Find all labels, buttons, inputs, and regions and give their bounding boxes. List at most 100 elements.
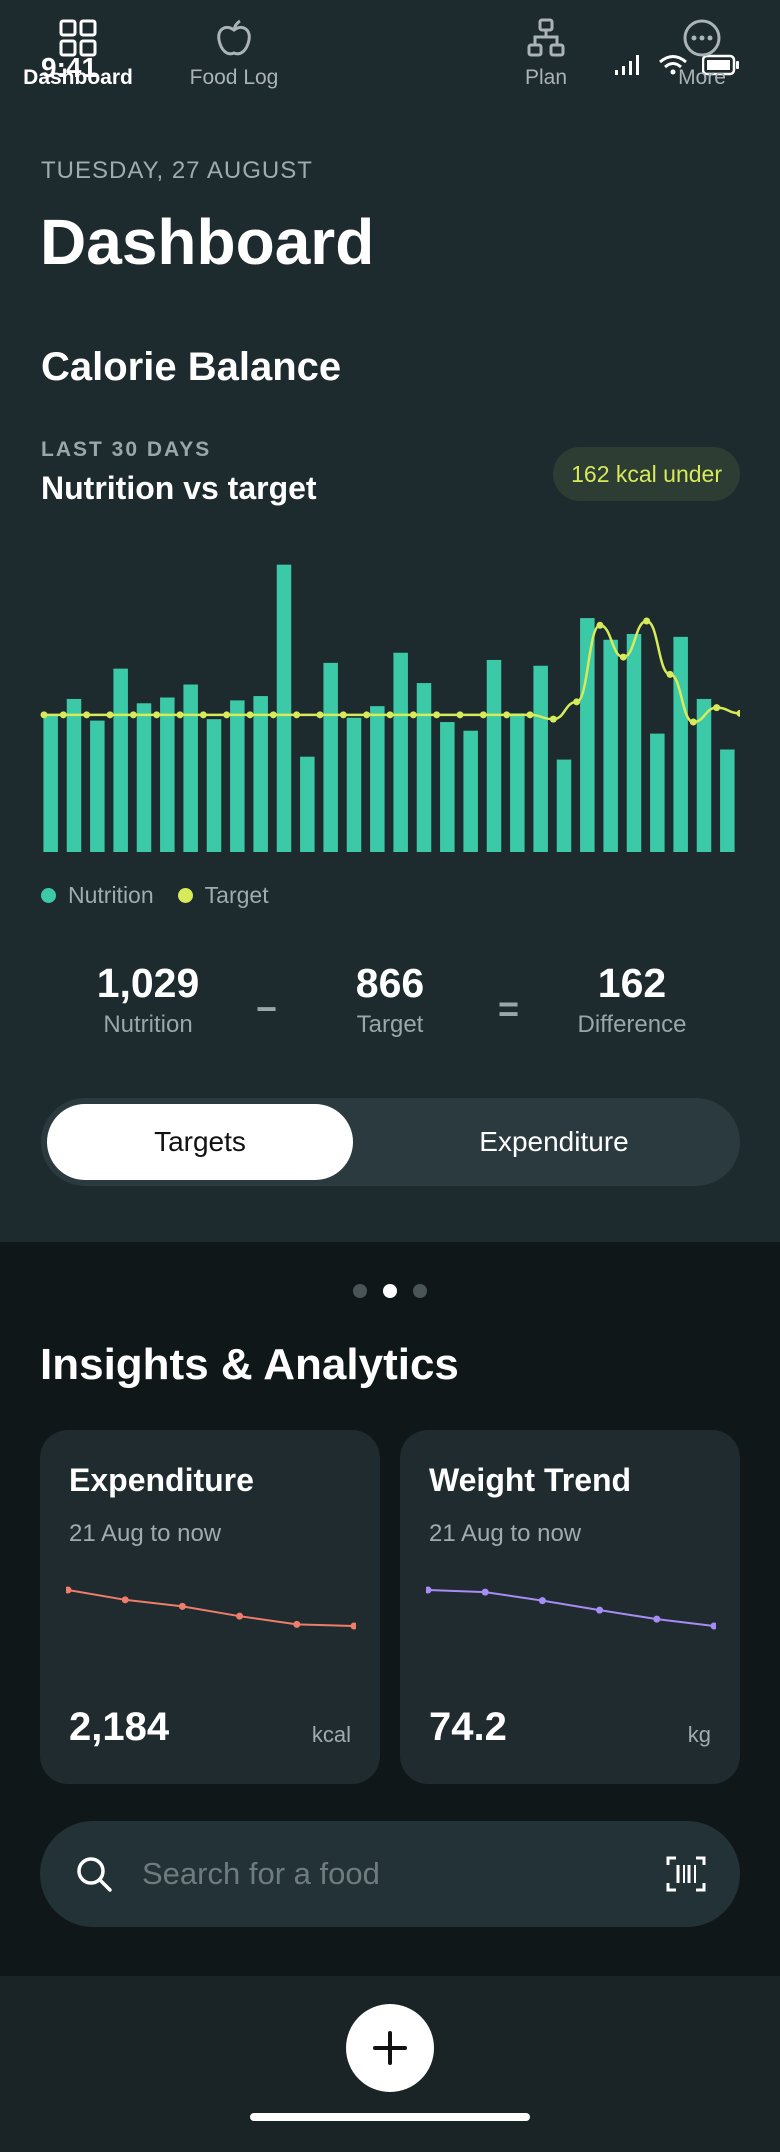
card-subtitle: 21 Aug to now xyxy=(429,1520,582,1547)
stat-value: 162 xyxy=(597,960,667,1006)
trend-point xyxy=(236,1612,244,1620)
segment-targets[interactable]: Targets xyxy=(47,1104,353,1180)
nutrition-bar xyxy=(160,697,175,852)
card-title: Expenditure xyxy=(69,1462,254,1498)
legend-label: Nutrition xyxy=(68,882,154,908)
tab-label: Plan xyxy=(524,66,568,89)
nutrition-bar xyxy=(650,733,665,852)
page-dot[interactable] xyxy=(353,1284,367,1298)
page-dot[interactable] xyxy=(413,1284,427,1298)
trend-point xyxy=(710,1622,716,1630)
add-button[interactable] xyxy=(346,2004,434,2092)
trend-point xyxy=(596,1606,604,1614)
expenditure-card[interactable]: Expenditure 21 Aug to now 2,184 kcal xyxy=(40,1430,380,1784)
barcode-scan-icon[interactable] xyxy=(666,1854,706,1894)
tab-more[interactable]: More xyxy=(624,18,780,90)
target-point xyxy=(176,711,184,719)
target-point xyxy=(363,711,371,719)
nutrition-bar xyxy=(556,759,572,852)
card-unit: kg xyxy=(687,1722,711,1747)
page-title: Dashboard xyxy=(40,206,375,278)
target-point xyxy=(713,704,721,712)
nutrition-bar xyxy=(720,749,735,852)
stat-difference: 162 Difference xyxy=(532,960,732,1039)
tab-plan[interactable]: Plan xyxy=(468,18,624,90)
nutrition-bar xyxy=(393,652,408,852)
nutrition-bar xyxy=(113,668,128,852)
more-icon xyxy=(683,19,721,57)
nutrition-bar xyxy=(533,665,548,852)
expenditure-sparkline xyxy=(66,1586,356,1630)
target-point xyxy=(40,711,48,719)
target-point xyxy=(596,621,604,629)
target-point xyxy=(223,711,231,719)
hierarchy-icon xyxy=(527,18,565,57)
nutrition-bar xyxy=(90,720,105,852)
card-value: 74.2 xyxy=(429,1705,507,1749)
stat-label: Nutrition xyxy=(103,1011,193,1038)
target-point xyxy=(479,711,487,719)
insights-title: Insights & Analytics xyxy=(40,1340,459,1389)
target-point xyxy=(526,711,534,719)
search-input[interactable] xyxy=(142,1847,612,1901)
card-unit: kcal xyxy=(311,1722,351,1747)
tab-label: Food Log xyxy=(189,66,279,89)
tab-dashboard[interactable]: Dashboard xyxy=(0,18,156,90)
trend-point xyxy=(350,1622,356,1630)
nutrition-bar xyxy=(486,659,502,852)
target-point xyxy=(153,711,161,719)
nutrition-bar xyxy=(253,696,268,852)
date-label: TUESDAY, 27 AUGUST xyxy=(41,157,313,184)
target-point xyxy=(433,711,441,719)
trend-point xyxy=(178,1602,186,1610)
weight-trend-card[interactable]: Weight Trend 21 Aug to now 74.2 kg xyxy=(400,1430,740,1784)
stat-nutrition: 1,029 Nutrition xyxy=(48,960,248,1039)
target-point xyxy=(293,711,301,719)
trend-point xyxy=(653,1615,661,1623)
stat-value: 1,029 xyxy=(96,960,200,1006)
tab-food-log[interactable]: Food Log xyxy=(156,18,312,90)
search-icon xyxy=(77,1857,112,1892)
trend-line xyxy=(67,1589,355,1627)
nutrition-bar xyxy=(43,714,58,852)
target-point xyxy=(573,698,581,706)
trend-point xyxy=(426,1586,432,1594)
nutrition-bar xyxy=(626,633,642,852)
target-point xyxy=(409,711,417,719)
target-point xyxy=(129,711,137,719)
stat-target: 866 Target xyxy=(290,960,490,1039)
target-point xyxy=(736,709,740,717)
page-indicator xyxy=(353,1284,427,1298)
legend-target: Target xyxy=(177,882,269,909)
calorie-chart xyxy=(40,564,740,852)
trend-point xyxy=(481,1588,489,1596)
target-point xyxy=(246,711,254,719)
target-point xyxy=(269,711,277,719)
nutrition-dot xyxy=(41,888,56,903)
nutrition-bar xyxy=(346,717,362,852)
nutrition-bar xyxy=(510,713,525,852)
status-badge: 162 kcal under xyxy=(553,447,740,501)
weight-sparkline xyxy=(426,1586,716,1630)
segment-expenditure[interactable]: Expenditure xyxy=(401,1104,707,1180)
target-point xyxy=(199,711,207,719)
stat-value: 866 xyxy=(355,960,425,1006)
page-dot-active[interactable] xyxy=(383,1284,397,1298)
segmented-control: Targets Expenditure xyxy=(41,1098,740,1186)
nutrition-bar xyxy=(183,684,198,852)
trend-line xyxy=(427,1589,715,1627)
chart-legend: Nutrition Target xyxy=(41,882,293,909)
target-point xyxy=(316,711,324,719)
nutrition-bar xyxy=(603,639,618,852)
trend-point xyxy=(66,1586,72,1594)
target-point xyxy=(619,653,627,661)
stat-label: Target xyxy=(356,1011,424,1038)
search-bar[interactable] xyxy=(40,1821,740,1927)
range-label: LAST 30 DAYS xyxy=(41,438,212,461)
chart-title: Nutrition vs target xyxy=(41,470,317,506)
target-point xyxy=(689,718,697,726)
target-point xyxy=(339,711,347,719)
target-point xyxy=(643,617,651,625)
trend-point xyxy=(121,1596,129,1604)
nutrition-bar xyxy=(136,703,152,852)
